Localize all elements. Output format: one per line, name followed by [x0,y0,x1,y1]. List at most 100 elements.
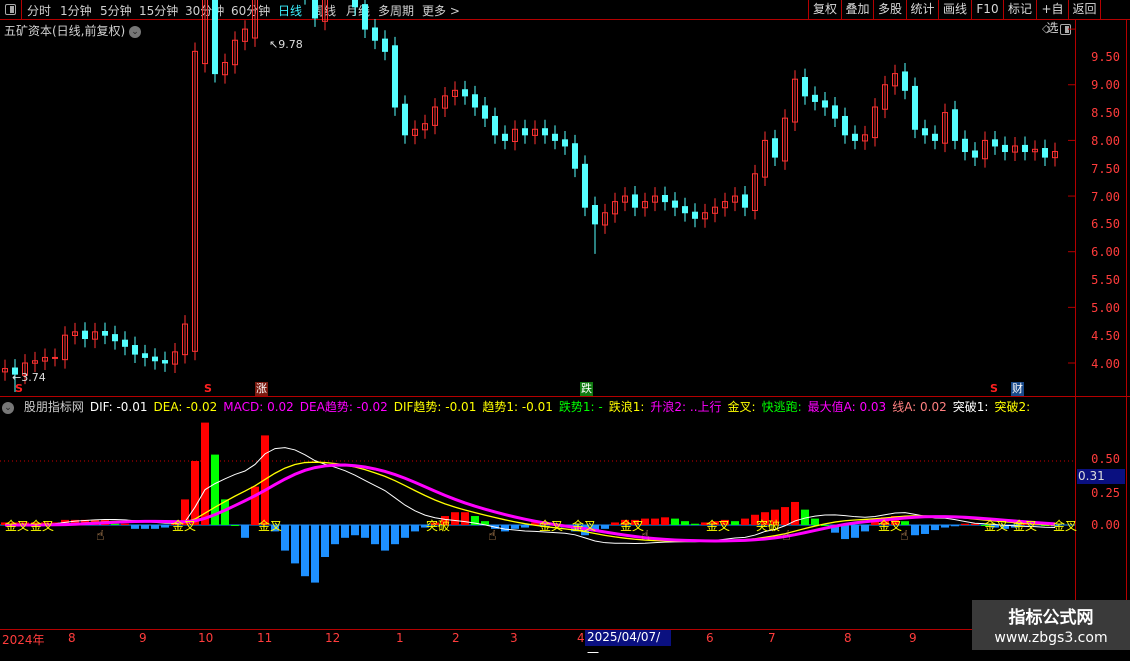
candle-down [842,115,848,136]
golden-cross-label: 金叉 [30,519,55,533]
price-tick: 6.50 [1091,217,1120,231]
time-tick: 6 [706,631,714,645]
candle-down [162,360,168,364]
indicator-value: DIF趋势: -0.01 [393,400,477,414]
time-tick: 10 [198,631,214,645]
indicator-value: DEA: -0.02 [153,400,218,414]
fall-signal: 跌 [580,382,593,396]
axis-divider [1075,20,1076,630]
macd-bar [731,521,739,525]
time-tick: 1 [396,631,404,645]
watermark-url: www.zbgs3.com [994,630,1108,646]
price-tick: 4.50 [1091,329,1120,343]
time-axis-divider [0,629,1130,630]
time-tick: 9 [909,631,917,645]
time-tick: 8 [68,631,76,645]
candle-down [1002,144,1008,153]
candle-down [812,94,818,102]
golden-cross-label: 金叉 [878,519,903,533]
golden-cross-label: 突破 [426,519,451,533]
candle-down [112,334,118,342]
time-tick: 4 [577,631,585,645]
price-tick: 9.50 [1091,50,1120,64]
candle-down [772,138,778,158]
macd-bar [141,525,149,529]
indicator-value: 金叉: [727,400,756,414]
candle-down [312,0,318,19]
macd-bar [241,525,249,538]
s-signal-icon: S [990,382,998,395]
hand-pointer-icon: ☝ [782,528,791,544]
macd-bar [411,525,419,532]
candle-down [932,133,938,141]
macd-bar [651,518,659,525]
candle-down [542,128,548,136]
candle-down [632,194,638,208]
golden-cross-label: 金叉 [539,519,564,533]
macd-bar [661,517,669,525]
macd-bar [161,525,169,528]
macd-bar [361,525,369,538]
macd-bar [901,521,909,525]
candle-down [672,200,678,208]
macd-tick: 0.50 [1091,452,1120,466]
watermark-title: 指标公式网 [1008,608,1094,628]
macd-bar [861,525,869,532]
candle-down [572,143,578,169]
time-tick: 11 [257,631,273,645]
macd-bar [401,525,409,538]
candle-down [482,105,488,119]
candle-down [152,356,158,362]
macd-bar [461,512,469,525]
price-tick: 7.50 [1091,162,1120,176]
macd-bar [371,525,379,545]
price-tick: 6.00 [1091,245,1120,259]
macd-bar [521,525,529,528]
candle-down [142,353,148,358]
macd-bar [391,525,399,545]
chevron-down-icon[interactable]: ⌄ [2,401,14,414]
macd-bar [331,525,339,545]
indicator-value: 趋势1: -0.01 [482,400,553,414]
candle-down [462,89,468,97]
candle-down [82,330,88,340]
indicator-name: 股朋指标网 [23,400,84,414]
candle-down [1042,148,1048,158]
macd-bar [911,525,919,536]
macd-bar [961,523,969,525]
macd-bar [321,525,329,557]
macd-bar [851,525,859,538]
golden-cross-label: 金叉 [572,519,597,533]
candle-down [492,115,498,136]
watermark: 指标公式网 www.zbgs3.com [972,600,1130,650]
price-tick: 5.50 [1091,273,1120,287]
hand-pointer-icon: ☝ [900,528,909,544]
candle-down [852,133,858,141]
price-tick: 8.00 [1091,134,1120,148]
macd-bar [611,522,619,525]
macd-bar [381,525,389,551]
macd-panel [0,422,1075,583]
macd-bar [351,525,359,536]
chart-area[interactable] [0,0,1075,629]
macd-bar [511,525,519,529]
candle-down [502,133,508,141]
candle-down [402,103,408,136]
indicator-value: DEA趋势: -0.02 [299,400,388,414]
candle-down [472,94,478,108]
cursor-date: 2025/04/07/一 [585,630,671,660]
indicator-value: 跌势1: - [558,400,603,414]
candle-down [522,128,528,136]
s-signal-icon: S [204,382,212,395]
candle-down [952,109,958,141]
macd-bar [791,501,799,525]
candles [2,0,1058,392]
price-tick: 7.00 [1091,190,1120,204]
s-signal-icon: S [15,382,23,395]
candle-down [972,150,978,158]
macd-bar [821,525,829,526]
candle-down [562,139,568,147]
axis-divider [1126,20,1127,630]
macd-bar [811,518,819,525]
macd-tick: 0.25 [1091,486,1120,500]
